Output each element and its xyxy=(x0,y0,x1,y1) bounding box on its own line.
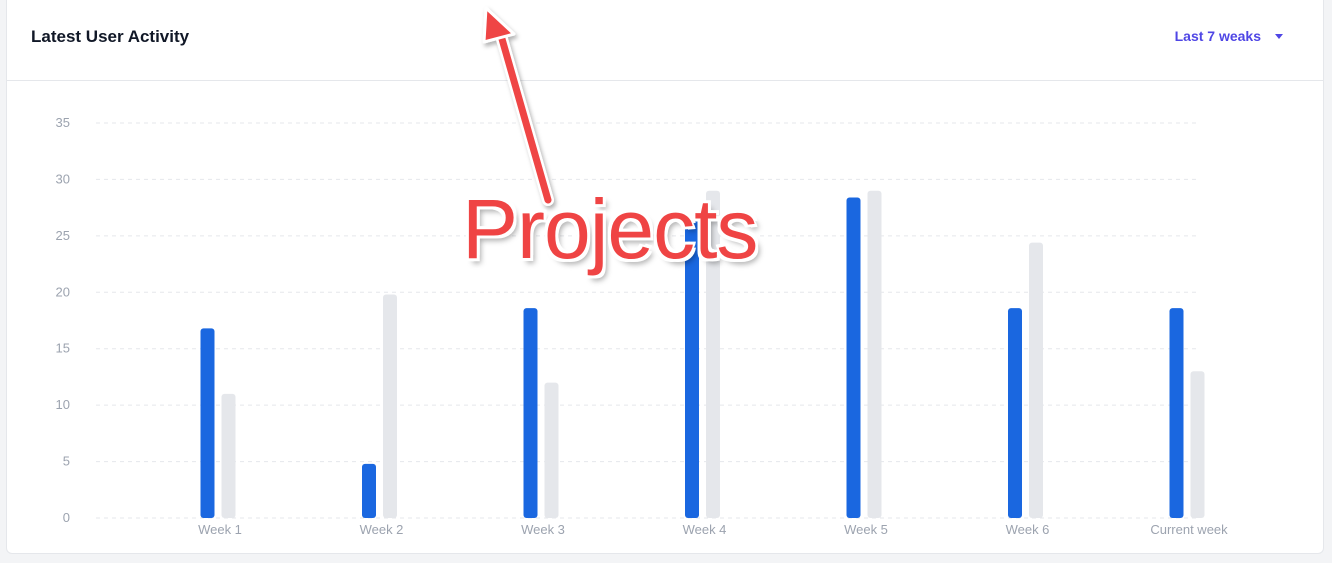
projects-annotation: Projects xyxy=(462,182,758,276)
annotation-arrow-icon xyxy=(482,6,554,206)
